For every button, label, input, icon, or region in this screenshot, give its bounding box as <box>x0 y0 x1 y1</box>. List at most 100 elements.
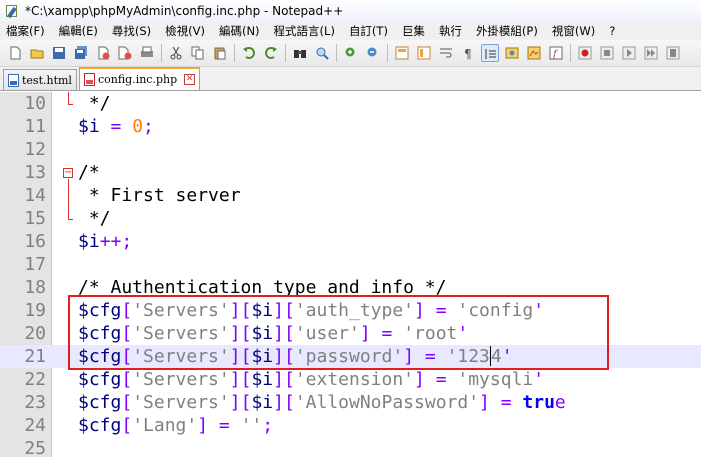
replace-icon[interactable] <box>313 44 331 62</box>
line-number: 16 <box>24 231 46 252</box>
sync-vertical-icon[interactable] <box>393 44 411 62</box>
code-editor[interactable]: 10 */ 11 $i = 0; 12 13 /* − 14 * First s… <box>0 92 701 457</box>
line-number: 14 <box>24 185 46 206</box>
code-text: */ <box>78 208 111 229</box>
cut-icon[interactable] <box>167 44 185 62</box>
user-language-icon[interactable] <box>503 44 521 62</box>
toolbar-separator <box>336 44 337 62</box>
open-file-icon[interactable] <box>28 44 46 62</box>
title-bar: *C:\xampp\phpMyAdmin\config.inc.php - No… <box>0 0 701 21</box>
svg-text:¶: ¶ <box>464 47 472 60</box>
play-macro-icon[interactable] <box>620 44 638 62</box>
menu-bar: 檔案(F) 編輯(E) 尋找(S) 檢視(V) 編碼(N) 程式語言(L) 自訂… <box>0 21 701 40</box>
menu-view[interactable]: 檢視(V) <box>158 23 212 39</box>
stop-macro-icon[interactable] <box>598 44 616 62</box>
indent-guide-icon[interactable] <box>481 44 499 62</box>
line-number: 22 <box>24 369 46 390</box>
menu-plugins[interactable]: 外掛模組(P) <box>469 23 545 39</box>
line-number: 23 <box>24 392 46 413</box>
menu-file[interactable]: 檔案(F) <box>0 23 52 39</box>
undo-icon[interactable] <box>240 44 258 62</box>
tab-config-inc-php[interactable]: config.inc.php ✕ <box>78 67 201 90</box>
print-icon[interactable] <box>138 44 156 62</box>
close-all-icon[interactable] <box>116 44 134 62</box>
menu-macro[interactable]: 巨集 <box>395 23 432 39</box>
code-line[interactable]: 14 * First server <box>0 184 701 207</box>
menu-run[interactable]: 執行 <box>432 23 469 39</box>
menu-help[interactable]: ? <box>602 24 622 38</box>
toolbar-separator <box>570 44 571 62</box>
toolbar-separator <box>285 44 286 62</box>
modified-file-icon <box>83 73 95 86</box>
line-number: 15 <box>24 208 46 229</box>
line-number: 24 <box>24 415 46 436</box>
menu-edit[interactable]: 編輯(E) <box>52 23 105 39</box>
menu-language[interactable]: 程式語言(L) <box>267 23 342 39</box>
code-line[interactable]: 11 $i = 0; <box>0 115 701 138</box>
code-line[interactable]: 25 <box>0 437 701 457</box>
menu-search[interactable]: 尋找(S) <box>105 23 158 39</box>
toolbar-separator <box>161 44 162 62</box>
code-line[interactable]: 23 $cfg['Servers'][$i]['AllowNoPassword'… <box>0 391 701 414</box>
line-number: 13 <box>24 162 46 183</box>
code-line[interactable]: 15 */ <box>0 207 701 230</box>
code-text: $i = 0; <box>78 116 154 137</box>
code-text: $cfg['Servers'][$i]['AllowNoPassword'] =… <box>78 392 566 413</box>
code-text: * First server <box>78 185 241 206</box>
tab-test-html[interactable]: test.html <box>3 69 77 90</box>
code-text: */ <box>78 93 111 114</box>
find-icon[interactable] <box>291 44 309 62</box>
code-text: $cfg['Servers'][$i]['extension'] = 'mysq… <box>78 369 545 390</box>
new-file-icon[interactable] <box>6 44 24 62</box>
close-tab-icon[interactable]: ✕ <box>184 74 196 85</box>
code-line[interactable]: 10 */ <box>0 92 701 115</box>
save-all-icon[interactable] <box>72 44 90 62</box>
save-icon[interactable] <box>50 44 68 62</box>
line-number: 21 <box>24 346 46 367</box>
code-line[interactable]: 17 <box>0 253 701 276</box>
show-all-chars-icon[interactable]: ¶ <box>459 44 477 62</box>
record-macro-icon[interactable] <box>576 44 594 62</box>
code-line[interactable]: 16 $i++; <box>0 230 701 253</box>
notepadpp-icon <box>5 4 19 18</box>
line-number: 19 <box>24 300 46 321</box>
code-text: $cfg['Lang'] = ''; <box>78 415 274 436</box>
function-list-icon[interactable]: f <box>547 44 565 62</box>
code-line[interactable]: 12 <box>0 138 701 161</box>
toolbar: ¶ f <box>0 40 701 67</box>
menu-settings[interactable]: 自訂(T) <box>342 23 395 39</box>
code-text: /* <box>78 162 100 183</box>
code-line[interactable]: 13 /* <box>0 161 701 184</box>
file-icon <box>8 73 19 87</box>
window-title: *C:\xampp\phpMyAdmin\config.inc.php - No… <box>25 3 344 18</box>
line-number: 11 <box>24 116 46 137</box>
toolbar-separator <box>234 44 235 62</box>
redo-icon[interactable] <box>262 44 280 62</box>
close-icon[interactable] <box>94 44 112 62</box>
line-number: 10 <box>24 93 46 114</box>
annotation-highlight-box <box>68 295 609 370</box>
menu-window[interactable]: 視窗(W) <box>545 23 602 39</box>
line-number: 25 <box>24 438 46 457</box>
save-macro-icon[interactable] <box>664 44 682 62</box>
code-line[interactable]: 22 $cfg['Servers'][$i]['extension'] = 'm… <box>0 368 701 391</box>
word-wrap-icon[interactable] <box>437 44 455 62</box>
line-number: 17 <box>24 254 46 275</box>
fold-collapse-icon[interactable]: − <box>63 168 73 178</box>
code-text: $i++; <box>78 231 133 252</box>
zoom-out-icon[interactable] <box>364 44 382 62</box>
paste-icon[interactable] <box>211 44 229 62</box>
menu-encoding[interactable]: 編碼(N) <box>212 23 267 39</box>
play-multiple-icon[interactable] <box>642 44 660 62</box>
tab-label: config.inc.php <box>97 73 178 86</box>
zoom-in-icon[interactable] <box>342 44 360 62</box>
tab-label: test.html <box>22 73 72 87</box>
tab-bar: test.html config.inc.php ✕ <box>0 67 701 91</box>
copy-icon[interactable] <box>189 44 207 62</box>
code-line[interactable]: 24 $cfg['Lang'] = ''; <box>0 414 701 437</box>
sync-horizontal-icon[interactable] <box>415 44 433 62</box>
doc-map-icon[interactable] <box>525 44 543 62</box>
line-number: 12 <box>24 139 46 160</box>
toolbar-separator <box>387 44 388 62</box>
line-number: 20 <box>24 323 46 344</box>
